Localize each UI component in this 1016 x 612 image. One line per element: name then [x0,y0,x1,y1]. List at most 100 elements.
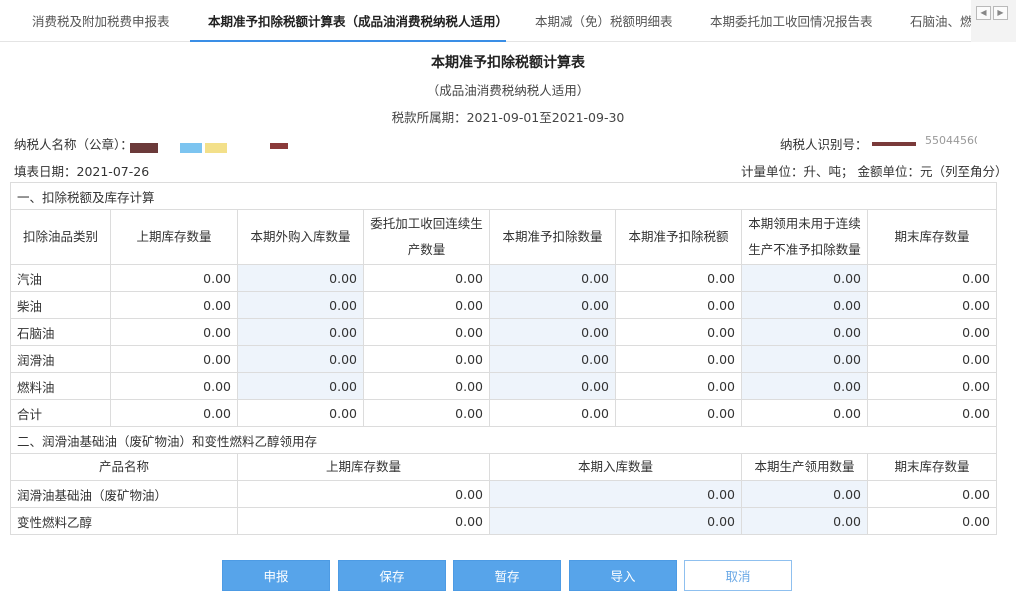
cell-value: 0.00 [866,318,998,346]
taxpayer-name-label: 纳税人名称（公章）： [14,137,133,152]
fill-date: 填表日期：2021-07-26 [14,164,150,179]
editable-cell[interactable]: 0.00 [741,264,868,292]
cell-value: 0.00 [866,507,998,535]
cell-value: 0.00 [110,399,238,427]
cell-value: 0.00 [866,291,998,319]
column-header: 本期入库数量 [489,453,742,481]
redaction-mark [180,143,202,153]
editable-cell[interactable]: 0.00 [489,507,742,535]
section-2-title: 二、润滑油基础油（废矿物油）和变性燃料乙醇领用存 [9,426,998,454]
table-row: 柴油 0.00 0.00 0.00 0.00 0.00 0.00 0.00 [10,291,998,319]
column-header: 本期领用未用于连续生产不准予扣除数量 [741,209,868,265]
editable-cell[interactable]: 0.00 [489,264,616,292]
column-header: 本期外购入库数量 [237,209,364,265]
redaction-mark [270,143,288,149]
table-row-total: 合计 0.00 0.00 0.00 0.00 0.00 0.00 0.00 [10,399,998,427]
cell-value: 0.00 [741,399,868,427]
editable-cell[interactable]: 0.00 [489,291,616,319]
temp-save-button[interactable]: 暂存 [453,560,561,591]
tab-next-icon[interactable]: ▶ [993,6,1008,20]
table-row: 润滑油基础油（废矿物油） 0.00 0.00 0.00 0.00 [10,480,998,508]
cell-value: 0.00 [237,507,490,535]
cell-value: 0.00 [110,318,238,346]
editable-cell[interactable]: 0.00 [741,291,868,319]
column-header: 委托加工收回连续生产数量 [363,209,490,265]
editable-cell[interactable]: 0.00 [237,291,364,319]
column-header: 本期准予扣除数量 [489,209,616,265]
cell-value: 0.00 [866,345,998,373]
editable-cell[interactable]: 0.00 [741,507,868,535]
taxpayer-id-value: 55044560 [925,134,977,146]
section-1-title: 一、扣除税额及库存计算 [9,182,998,210]
submit-button[interactable]: 申报 [222,560,330,591]
unit-info: 计量单位：升、吨； 金额单位：元（列至角分） [741,164,1008,179]
editable-cell[interactable]: 0.00 [741,372,868,400]
editable-cell[interactable]: 0.00 [489,318,616,346]
import-button[interactable]: 导入 [569,560,677,591]
row-label-diesel: 柴油 [10,291,111,319]
tax-period: 税款所属期：2021-09-01至2021-09-30 [391,110,625,125]
redaction-mark [205,143,227,153]
editable-cell[interactable]: 0.00 [237,264,364,292]
cell-value: 0.00 [866,480,998,508]
cell-value: 0.00 [363,264,490,292]
column-header: 本期生产领用数量 [741,453,868,481]
row-label-lubricant: 润滑油 [10,345,111,373]
cell-value: 0.00 [615,291,742,319]
tab-consumption-tax-return[interactable]: 消费税及附加税费申报表 [32,0,172,42]
row-label-base-oil: 润滑油基础油（废矿物油） [10,480,238,508]
deduction-table: 一、扣除税额及库存计算 扣除油品类别 上期库存数量 本期外购入库数量 委托加工收… [9,182,998,535]
tab-scroll-controls: ◀ ▶ [971,0,1016,42]
cell-value: 0.00 [363,291,490,319]
cell-value: 0.00 [866,264,998,292]
editable-cell[interactable]: 0.00 [741,480,868,508]
cancel-button[interactable]: 取消 [684,560,792,591]
tab-deduction-calculation[interactable]: 本期准予扣除税额计算表（成品油消费税纳税人适用） [190,0,506,42]
column-header: 上期库存数量 [237,453,490,481]
table-row: 石脑油 0.00 0.00 0.00 0.00 0.00 0.00 0.00 [10,318,998,346]
editable-cell[interactable]: 0.00 [237,372,364,400]
save-button[interactable]: 保存 [338,560,446,591]
cell-value: 0.00 [615,264,742,292]
editable-cell[interactable]: 0.00 [237,318,364,346]
cell-value: 0.00 [615,345,742,373]
cell-value: 0.00 [110,372,238,400]
tab-reduction-exemption-detail[interactable]: 本期减（免）税额明细表 [535,0,675,42]
cell-value: 0.00 [615,318,742,346]
column-header: 期末库存数量 [866,209,998,265]
redaction-mark [130,143,158,153]
cell-value: 0.00 [363,345,490,373]
editable-cell[interactable]: 0.00 [489,372,616,400]
tab-prev-icon[interactable]: ◀ [976,6,991,20]
editable-cell[interactable]: 0.00 [237,345,364,373]
column-header: 扣除油品类别 [10,209,111,265]
table-row: 润滑油 0.00 0.00 0.00 0.00 0.00 0.00 0.00 [10,345,998,373]
editable-cell[interactable]: 0.00 [741,345,868,373]
cell-value: 0.00 [237,399,364,427]
table-row: 燃料油 0.00 0.00 0.00 0.00 0.00 0.00 0.00 [10,372,998,400]
column-header: 产品名称 [10,453,238,481]
cell-value: 0.00 [110,264,238,292]
cell-value: 0.00 [110,345,238,373]
cell-value: 0.00 [363,372,490,400]
editable-cell[interactable]: 0.00 [489,345,616,373]
cell-value: 0.00 [237,480,490,508]
cell-value: 0.00 [110,291,238,319]
tab-naphtha-fuel[interactable]: 石脑油、燃料 [910,0,972,42]
cell-value: 0.00 [866,399,998,427]
tab-commissioned-processing-report[interactable]: 本期委托加工收回情况报告表 [710,0,880,42]
cell-value: 0.00 [363,318,490,346]
row-label-ethanol: 变性燃料乙醇 [10,507,238,535]
cell-value: 0.00 [489,399,616,427]
editable-cell[interactable]: 0.00 [741,318,868,346]
form-title: 本期准予扣除税额计算表 [431,55,585,71]
table-row: 汽油 0.00 0.00 0.00 0.00 0.00 0.00 0.00 [10,264,998,292]
table-row: 变性燃料乙醇 0.00 0.00 0.00 0.00 [10,507,998,535]
column-header: 本期准予扣除税额 [615,209,742,265]
cell-value: 0.00 [866,372,998,400]
row-label-gasoline: 汽油 [10,264,111,292]
row-label-fuel-oil: 燃料油 [10,372,111,400]
editable-cell[interactable]: 0.00 [489,480,742,508]
taxpayer-id-label: 纳税人识别号： [780,137,868,152]
form-subtitle: （成品油消费税纳税人适用） [426,83,590,98]
